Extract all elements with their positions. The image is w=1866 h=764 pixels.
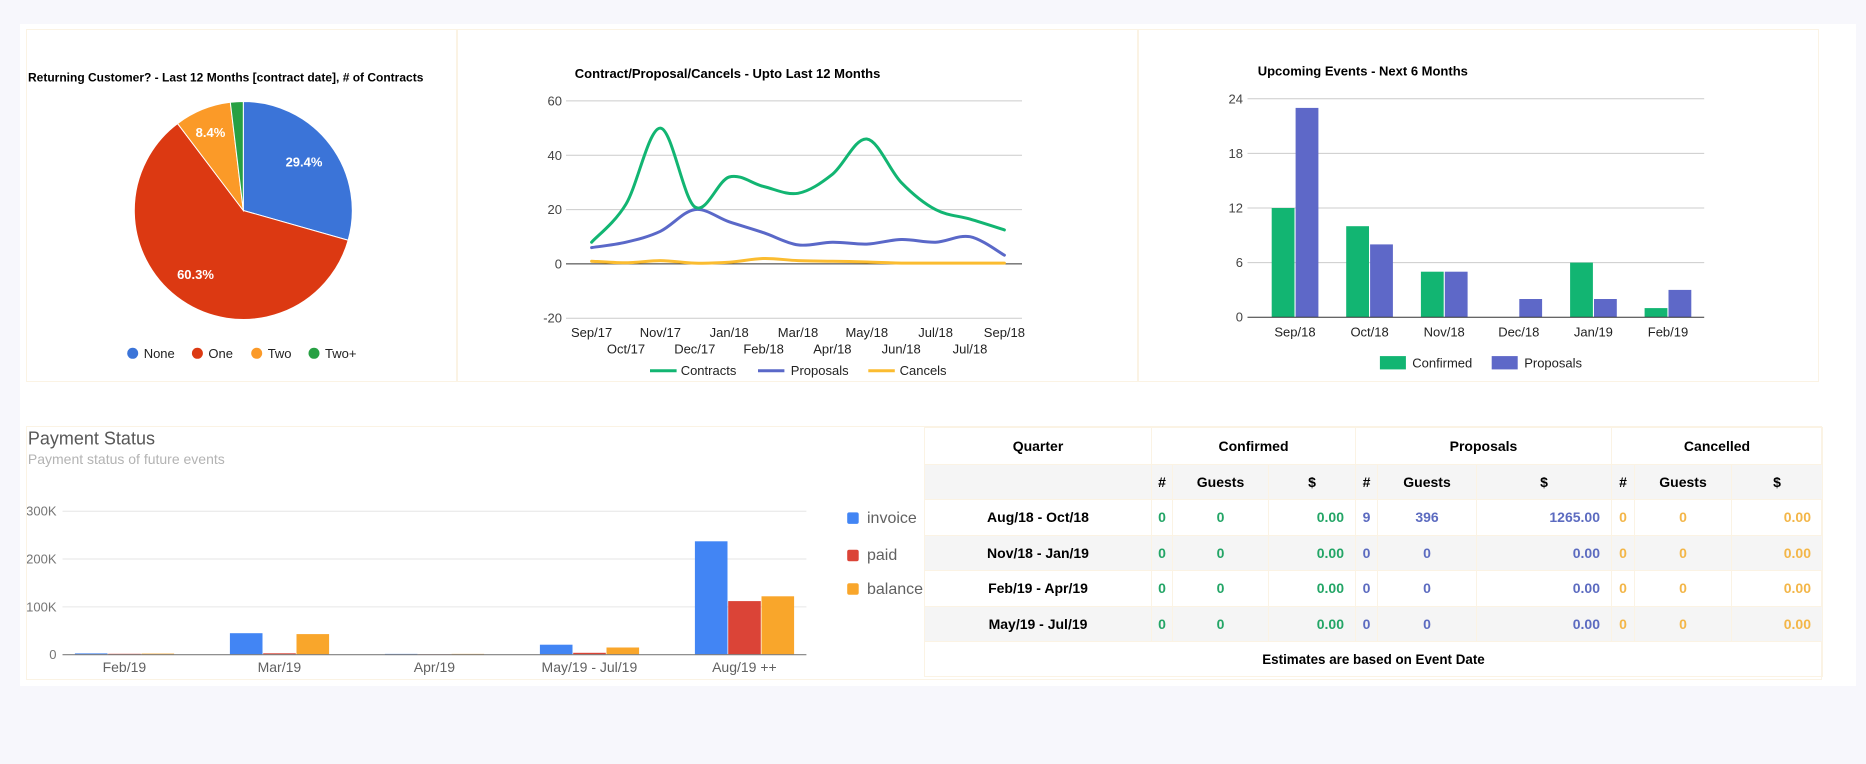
svg-text:Jan/18: Jan/18 xyxy=(710,325,749,340)
svg-text:Jan/19: Jan/19 xyxy=(1574,324,1613,339)
svg-text:300K: 300K xyxy=(27,504,57,519)
svg-text:-20: -20 xyxy=(543,311,562,326)
svg-text:60.3%: 60.3% xyxy=(177,267,214,282)
svg-text:8.4%: 8.4% xyxy=(196,125,226,140)
svg-text:Oct/18: Oct/18 xyxy=(1350,324,1388,339)
svg-text:0: 0 xyxy=(1236,310,1243,325)
svg-text:0: 0 xyxy=(555,256,562,271)
svg-text:29.4%: 29.4% xyxy=(286,155,323,170)
svg-text:Returning Customer? - Last 12: Returning Customer? - Last 12 Months [co… xyxy=(28,71,424,85)
svg-text:May/18: May/18 xyxy=(845,325,888,340)
svg-text:Mar/18: Mar/18 xyxy=(778,325,818,340)
svg-text:Nov/17: Nov/17 xyxy=(640,325,681,340)
svg-text:Dec/17: Dec/17 xyxy=(674,342,715,357)
svg-text:paid: paid xyxy=(867,547,897,564)
svg-text:24: 24 xyxy=(1229,91,1243,106)
svg-text:Sep/18: Sep/18 xyxy=(984,325,1025,340)
svg-text:Feb/19: Feb/19 xyxy=(1648,324,1688,339)
svg-text:May/19 - Jul/19: May/19 - Jul/19 xyxy=(542,659,638,675)
svg-text:6: 6 xyxy=(1236,255,1243,270)
svg-text:Contract/Proposal/Cancels - Up: Contract/Proposal/Cancels - Upto Last 12… xyxy=(575,66,881,81)
svg-text:Contracts: Contracts xyxy=(681,363,737,378)
svg-text:Oct/17: Oct/17 xyxy=(607,342,645,357)
svg-text:40: 40 xyxy=(548,148,562,163)
svg-text:Sep/17: Sep/17 xyxy=(571,325,612,340)
svg-text:18: 18 xyxy=(1229,146,1243,161)
svg-text:Feb/19: Feb/19 xyxy=(103,659,147,675)
svg-text:Confirmed: Confirmed xyxy=(1412,355,1472,370)
svg-text:Two: Two xyxy=(268,346,292,361)
svg-text:Jul/18: Jul/18 xyxy=(953,342,988,357)
svg-text:0: 0 xyxy=(49,647,56,662)
svg-text:Sep/18: Sep/18 xyxy=(1274,324,1315,339)
svg-text:60: 60 xyxy=(548,93,562,108)
svg-text:Apr/19: Apr/19 xyxy=(414,659,455,675)
svg-text:Aug/19 ++: Aug/19 ++ xyxy=(712,659,777,675)
svg-text:None: None xyxy=(144,346,175,361)
svg-text:200K: 200K xyxy=(27,552,57,567)
svg-text:Proposals: Proposals xyxy=(1524,355,1582,370)
svg-text:Nov/18: Nov/18 xyxy=(1424,324,1465,339)
svg-text:Payment Status: Payment Status xyxy=(28,429,155,449)
svg-text:Payment status of future event: Payment status of future events xyxy=(28,451,225,467)
svg-text:Feb/18: Feb/18 xyxy=(743,342,783,357)
svg-text:balance: balance xyxy=(867,581,923,598)
svg-text:Jun/18: Jun/18 xyxy=(882,342,921,357)
svg-text:Cancels: Cancels xyxy=(900,363,947,378)
svg-text:20: 20 xyxy=(548,202,562,217)
svg-text:One: One xyxy=(208,346,233,361)
svg-text:Jul/18: Jul/18 xyxy=(918,325,953,340)
svg-text:Proposals: Proposals xyxy=(791,363,849,378)
svg-text:Dec/18: Dec/18 xyxy=(1498,324,1539,339)
svg-text:Mar/19: Mar/19 xyxy=(258,659,302,675)
svg-text:12: 12 xyxy=(1229,201,1243,216)
svg-text:invoice: invoice xyxy=(867,510,917,527)
svg-text:Upcoming Events - Next 6 Month: Upcoming Events - Next 6 Months xyxy=(1258,63,1468,78)
svg-text:100K: 100K xyxy=(27,599,57,614)
svg-text:Apr/18: Apr/18 xyxy=(813,342,851,357)
svg-text:Two+: Two+ xyxy=(325,346,356,361)
